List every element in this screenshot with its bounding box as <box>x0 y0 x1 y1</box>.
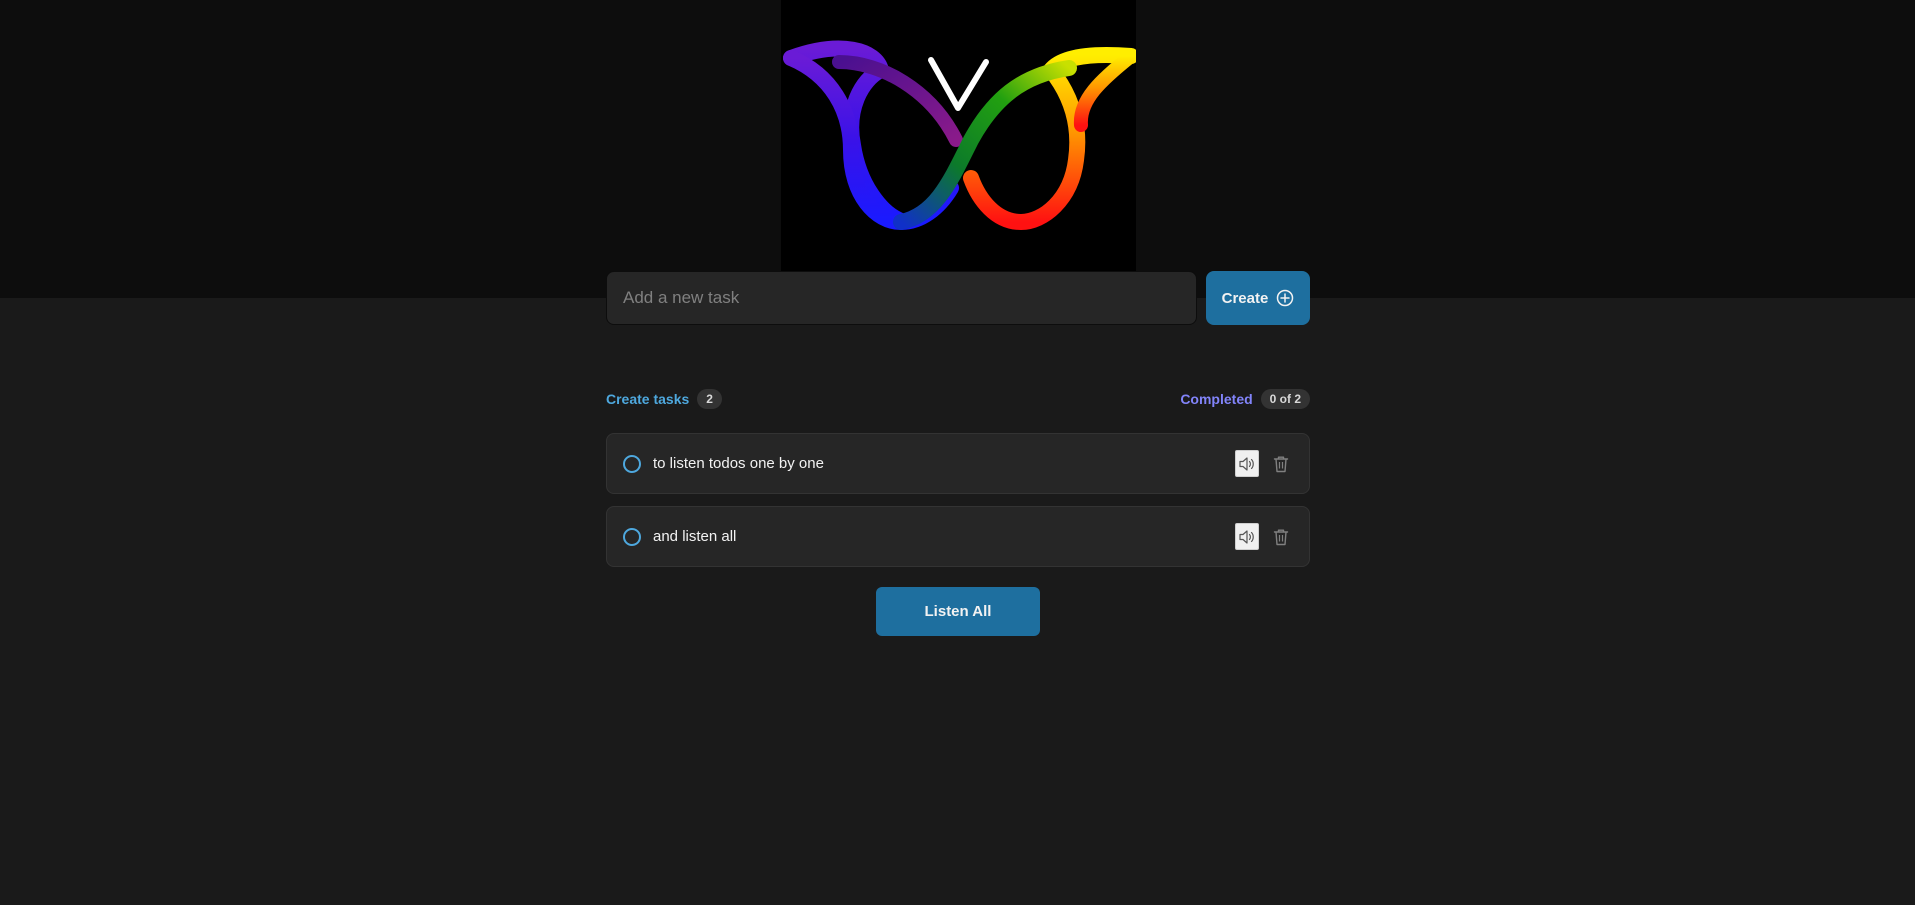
created-tasks-count: 2 <box>697 389 722 409</box>
completed-tasks-label: Completed <box>1180 391 1253 407</box>
task-list: to listen todos one by one and listen al… <box>606 433 1310 567</box>
new-task-row: Create <box>606 271 1310 325</box>
plus-circle-icon <box>1277 289 1294 307</box>
logo <box>781 0 1136 271</box>
task-text: and listen all <box>653 528 737 545</box>
task-checkbox[interactable] <box>623 527 641 546</box>
task-item: to listen todos one by one <box>606 433 1310 494</box>
created-tasks-label: Create tasks <box>606 391 690 407</box>
task-checkbox[interactable] <box>623 454 641 473</box>
completed-tasks-info: Completed 0 of 2 <box>1180 389 1310 409</box>
delete-task-button[interactable] <box>1269 525 1293 549</box>
created-tasks-info: Create tasks 2 <box>606 389 722 409</box>
create-button-label: Create <box>1221 289 1269 307</box>
create-button[interactable]: Create <box>1206 271 1310 325</box>
speak-task-button[interactable] <box>1235 523 1259 550</box>
butterfly-logo-icon <box>783 40 1136 231</box>
speaker-icon <box>1239 456 1254 471</box>
delete-task-button[interactable] <box>1269 452 1293 476</box>
speaker-icon <box>1239 529 1254 544</box>
speak-task-button[interactable] <box>1235 450 1259 477</box>
task-summary: Create tasks 2 Completed 0 of 2 <box>606 388 1310 410</box>
trash-icon <box>1273 456 1289 472</box>
new-task-input[interactable] <box>606 271 1197 325</box>
task-text: to listen todos one by one <box>653 455 824 472</box>
trash-icon <box>1273 529 1289 545</box>
listen-all-button[interactable]: Listen All <box>876 587 1040 636</box>
completed-tasks-count: 0 of 2 <box>1260 389 1310 409</box>
task-item: and listen all <box>606 506 1310 567</box>
